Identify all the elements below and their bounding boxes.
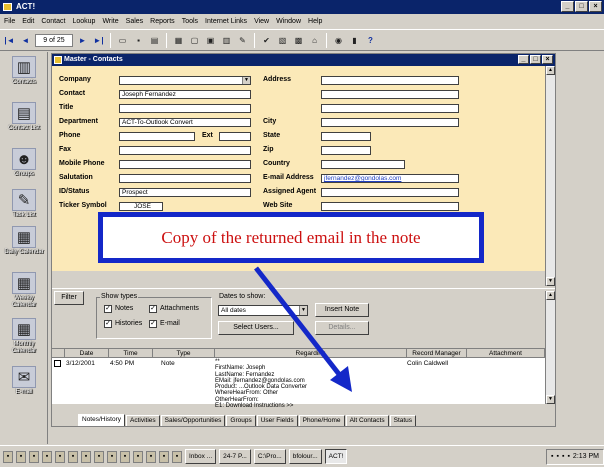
- quick-launch-icon[interactable]: ▪: [133, 450, 143, 463]
- annotation-arrow: [254, 266, 352, 392]
- quick-launch-icon[interactable]: ▪: [16, 450, 26, 463]
- quick-launch-icon[interactable]: ▪: [42, 450, 52, 463]
- quick-launch-icon[interactable]: ▪: [81, 450, 91, 463]
- quick-launch-icon[interactable]: ▪: [172, 450, 182, 463]
- quick-launch-icon[interactable]: ▪: [68, 450, 78, 463]
- tray-icon[interactable]: ▪: [556, 453, 558, 460]
- quick-launch-icon[interactable]: ▪: [29, 450, 39, 463]
- clock[interactable]: 2:13 PM: [573, 453, 599, 460]
- tray-icon[interactable]: ▪: [551, 453, 553, 460]
- taskbar-button-bfolour[interactable]: bfolour...: [288, 449, 322, 464]
- quick-launch-icon[interactable]: ▪: [3, 450, 13, 463]
- quick-launch-icon[interactable]: ▪: [159, 450, 169, 463]
- tray-icon[interactable]: ▪: [567, 453, 569, 460]
- taskbar-button-explorer[interactable]: C:\Pro...: [253, 449, 286, 464]
- quick-launch-icon[interactable]: ▪: [120, 450, 130, 463]
- windows-taskbar: ▪ ▪ ▪ ▪ ▪ ▪ ▪ ▪ ▪ ▪ ▪ ▪ ▪ ▪ Inbox ... 24…: [0, 445, 604, 467]
- quick-launch-icon[interactable]: ▪: [94, 450, 104, 463]
- quick-launch-icon[interactable]: ▪: [55, 450, 65, 463]
- taskbar-button-inbox[interactable]: Inbox ...: [185, 449, 217, 464]
- quick-launch-icon[interactable]: ▪: [146, 450, 156, 463]
- taskbar-button-act[interactable]: ACT!: [324, 449, 348, 464]
- taskbar-button-24-7[interactable]: 24-7 P...: [219, 449, 251, 464]
- system-tray: ▪ ▪ ▪ ▪ 2:13 PM: [545, 448, 604, 465]
- tray-icon[interactable]: ▪: [562, 453, 564, 460]
- quick-launch-icon[interactable]: ▪: [107, 450, 117, 463]
